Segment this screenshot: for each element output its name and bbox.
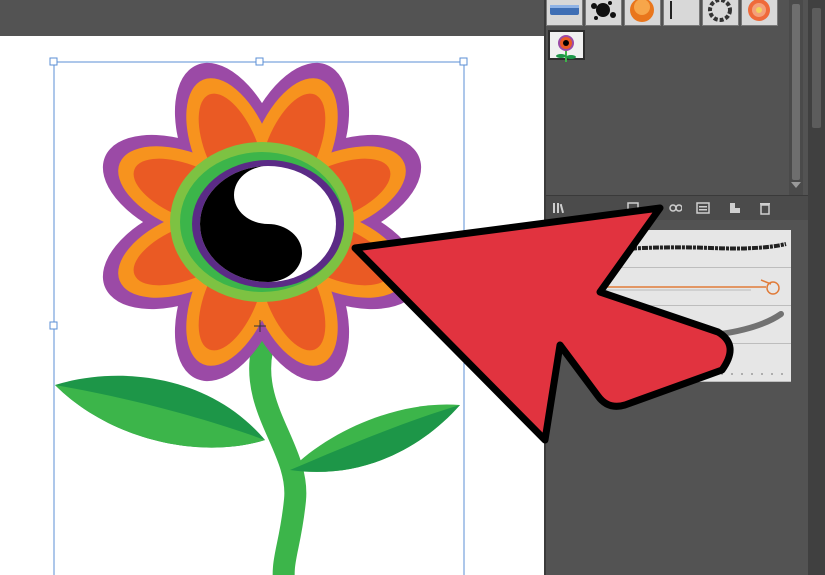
handle-top-right[interactable]	[459, 57, 468, 66]
handle-top-center[interactable]	[255, 57, 264, 66]
yin-yang-flower-artwork[interactable]	[55, 47, 460, 575]
stem	[249, 339, 307, 575]
right-leaf-shadow	[290, 405, 460, 472]
artwork-overlay	[49, 47, 734, 575]
handle-top-left[interactable]	[49, 57, 58, 66]
illustrator-workspace	[0, 0, 825, 575]
yin-yang-icon	[200, 166, 336, 282]
red-arrow-icon	[351, 204, 734, 444]
handle-middle-left[interactable]	[49, 321, 58, 330]
